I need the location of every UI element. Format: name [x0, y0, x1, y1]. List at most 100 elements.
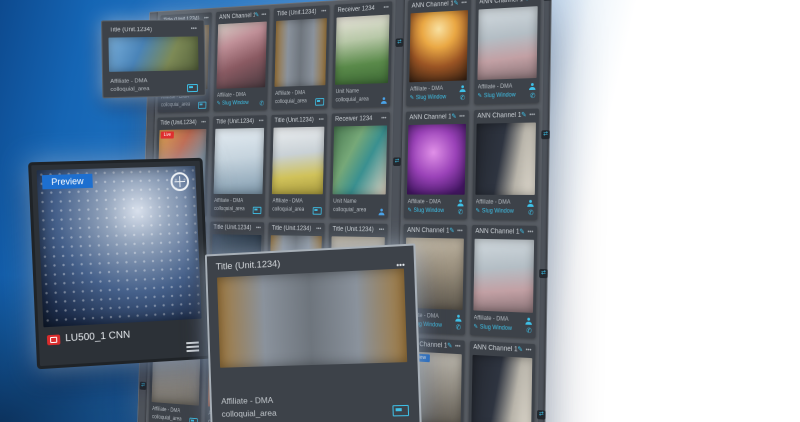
video-thumbnail[interactable]	[474, 122, 536, 195]
video-thumbnail[interactable]	[108, 36, 199, 72]
video-thumbnail[interactable]	[476, 6, 538, 81]
more-options-icon[interactable]: •••	[256, 225, 261, 231]
card-title: Title (Unit.1234)	[109, 26, 153, 34]
floating-video-card[interactable]: Title (Unit.1234) ••• Affiliate - DMA co…	[101, 19, 206, 99]
resize-handle-icon[interactable]: ⇄	[536, 409, 546, 420]
video-thumbnail[interactable]	[406, 123, 466, 195]
screenshot-stage: ⇄ ⇄ ⇄ ⇄ Title (Unit.1234) ••• Affiliate …	[0, 0, 800, 422]
video-thumbnail[interactable]	[332, 125, 388, 195]
video-card[interactable]: Title (Unit.1234) ••• Affiliate - DMA co…	[268, 113, 328, 218]
edit-icon[interactable]: ✎	[254, 12, 259, 19]
edit-icon[interactable]: ✎	[473, 324, 478, 330]
video-thumbnail[interactable]	[335, 14, 390, 85]
edit-icon[interactable]: ✎	[217, 101, 221, 106]
more-options-icon[interactable]: •••	[321, 9, 326, 15]
voip-icon[interactable]	[455, 315, 461, 322]
edit-icon[interactable]: ✎	[523, 0, 529, 3]
video-card[interactable]: ANN Channel 1 ✎ ••• Affiliate - DMA ✎Slu…	[473, 0, 541, 105]
more-options-icon[interactable]: •••	[455, 344, 461, 350]
more-options-icon[interactable]: •••	[459, 114, 465, 120]
video-thumbnail[interactable]	[472, 238, 535, 313]
resize-handle-icon[interactable]: ⇄	[395, 38, 404, 48]
card-title: ANN Channel 1	[409, 113, 452, 122]
video-card[interactable]: ANN Channel 1 ✎ ••• Affiliate - DMA ✎Slu…	[467, 340, 536, 422]
phone-icon[interactable]: ✆	[530, 93, 536, 100]
resize-handle-icon[interactable]: ⇄	[139, 381, 147, 391]
preview-video[interactable]: Preview	[36, 165, 202, 328]
more-options-icon[interactable]: •••	[201, 120, 206, 125]
video-card[interactable]: ANN Channel 1 ✎ ••• Affiliate - DMA ✎Slu…	[403, 110, 469, 220]
more-options-icon[interactable]: •••	[526, 347, 532, 353]
video-card[interactable]: ANN Channel 1 ✎ ••• Affiliate - DMA ✎Slu…	[469, 225, 538, 339]
video-card[interactable]: ANN Channel 1 ✎ ••• Affiliate - DMA ✎Slu…	[471, 108, 539, 220]
more-options-icon[interactable]: •••	[259, 118, 264, 124]
card-title: Title (Unit.1234)	[274, 116, 314, 125]
video-thumbnail[interactable]	[470, 354, 533, 422]
card-title: Title (Unit.1234)	[160, 119, 197, 127]
popped-video-card[interactable]: Title (Unit.1234) ••• Affiliate - DMA co…	[204, 243, 422, 422]
phone-icon[interactable]: ✆	[458, 209, 463, 216]
video-thumbnail[interactable]	[213, 127, 265, 195]
more-options-icon[interactable]: •••	[261, 12, 266, 18]
more-options-icon[interactable]: •••	[191, 26, 197, 32]
phone-icon[interactable]: ✆	[259, 101, 264, 107]
more-options-icon[interactable]: •••	[457, 228, 463, 234]
more-options-icon[interactable]: •••	[461, 0, 467, 6]
resize-handle-icon[interactable]: ⇄	[543, 0, 552, 1]
video-thumbnail[interactable]	[271, 126, 325, 195]
more-options-icon[interactable]: •••	[379, 227, 384, 233]
video-thumbnail[interactable]	[216, 21, 267, 89]
more-options-icon[interactable]: •••	[383, 5, 388, 11]
crosshair-icon[interactable]	[170, 171, 190, 192]
video-card[interactable]: Receiver 1234 ••• Unit Name colloquial_a…	[329, 112, 390, 219]
edit-icon[interactable]: ✎	[407, 208, 411, 214]
video-card[interactable]: Receiver 1234 ••• Unit Name colloquial_a…	[332, 1, 393, 109]
voip-icon[interactable]	[457, 200, 463, 207]
more-options-icon[interactable]: •••	[527, 229, 533, 235]
video-card[interactable]: ANN Channel 1 ✎ ••• Affiliate - DMA ✎Slu…	[406, 0, 471, 107]
more-options-icon[interactable]: •••	[204, 16, 209, 22]
edit-icon[interactable]: ✎	[517, 346, 523, 353]
affiliate-label: Affiliate - DMA	[221, 394, 274, 406]
phone-icon[interactable]: ✆	[528, 210, 534, 217]
preview-monitor[interactable]: Preview LU500_1 CNN	[28, 157, 212, 370]
edit-icon[interactable]: ✎	[449, 228, 454, 235]
voip-icon[interactable]	[459, 85, 465, 92]
more-options-icon[interactable]: •••	[381, 116, 386, 122]
resize-handle-icon[interactable]: ⇄	[393, 157, 401, 167]
edit-icon[interactable]: ✎	[519, 229, 525, 236]
video-card[interactable]: Title (Unit.1234) ••• Affiliate - DMA co…	[271, 5, 330, 110]
video-thumbnail[interactable]	[217, 268, 408, 368]
area-label: ✎Slug Window	[409, 94, 447, 102]
edit-icon[interactable]: ✎	[453, 0, 458, 7]
resize-handle-icon[interactable]: ⇄	[539, 269, 548, 279]
more-options-icon[interactable]: •••	[316, 226, 321, 232]
video-thumbnail[interactable]	[409, 10, 468, 83]
phone-icon[interactable]: ✆	[526, 328, 532, 335]
edit-icon[interactable]: ✎	[410, 95, 414, 101]
battery-icon	[189, 417, 198, 422]
edit-icon[interactable]: ✎	[451, 113, 456, 120]
edit-icon[interactable]: ✎	[478, 93, 483, 99]
edit-icon[interactable]: ✎	[447, 343, 452, 350]
more-options-icon[interactable]: •••	[529, 112, 535, 118]
voip-icon[interactable]	[529, 83, 536, 90]
video-thumbnail[interactable]	[274, 18, 327, 87]
card-title: Title (Unit.1234)	[277, 8, 317, 18]
resize-handle-icon[interactable]: ⇄	[541, 129, 550, 139]
phone-icon[interactable]: ✆	[460, 95, 465, 102]
video-card[interactable]: Title (Unit.1234) ••• Affiliate - DMA co…	[210, 115, 267, 217]
more-options-icon[interactable]: •••	[531, 0, 537, 2]
phone-icon[interactable]: ✆	[456, 324, 461, 331]
card-title: ANN Channel 1	[218, 12, 255, 21]
edit-icon[interactable]: ✎	[476, 208, 481, 214]
more-options-icon[interactable]: •••	[319, 117, 324, 123]
battery-icon	[315, 98, 325, 106]
status-badge: Live	[160, 131, 174, 139]
edit-icon[interactable]: ✎	[521, 112, 527, 119]
video-card[interactable]: ANN Channel 1 ✎ ••• Affiliate - DMA ✎Slu…	[213, 8, 270, 112]
voip-icon[interactable]	[525, 318, 532, 325]
live-camera-icon	[46, 333, 61, 345]
menu-icon[interactable]	[186, 341, 200, 353]
voip-icon[interactable]	[527, 200, 534, 207]
